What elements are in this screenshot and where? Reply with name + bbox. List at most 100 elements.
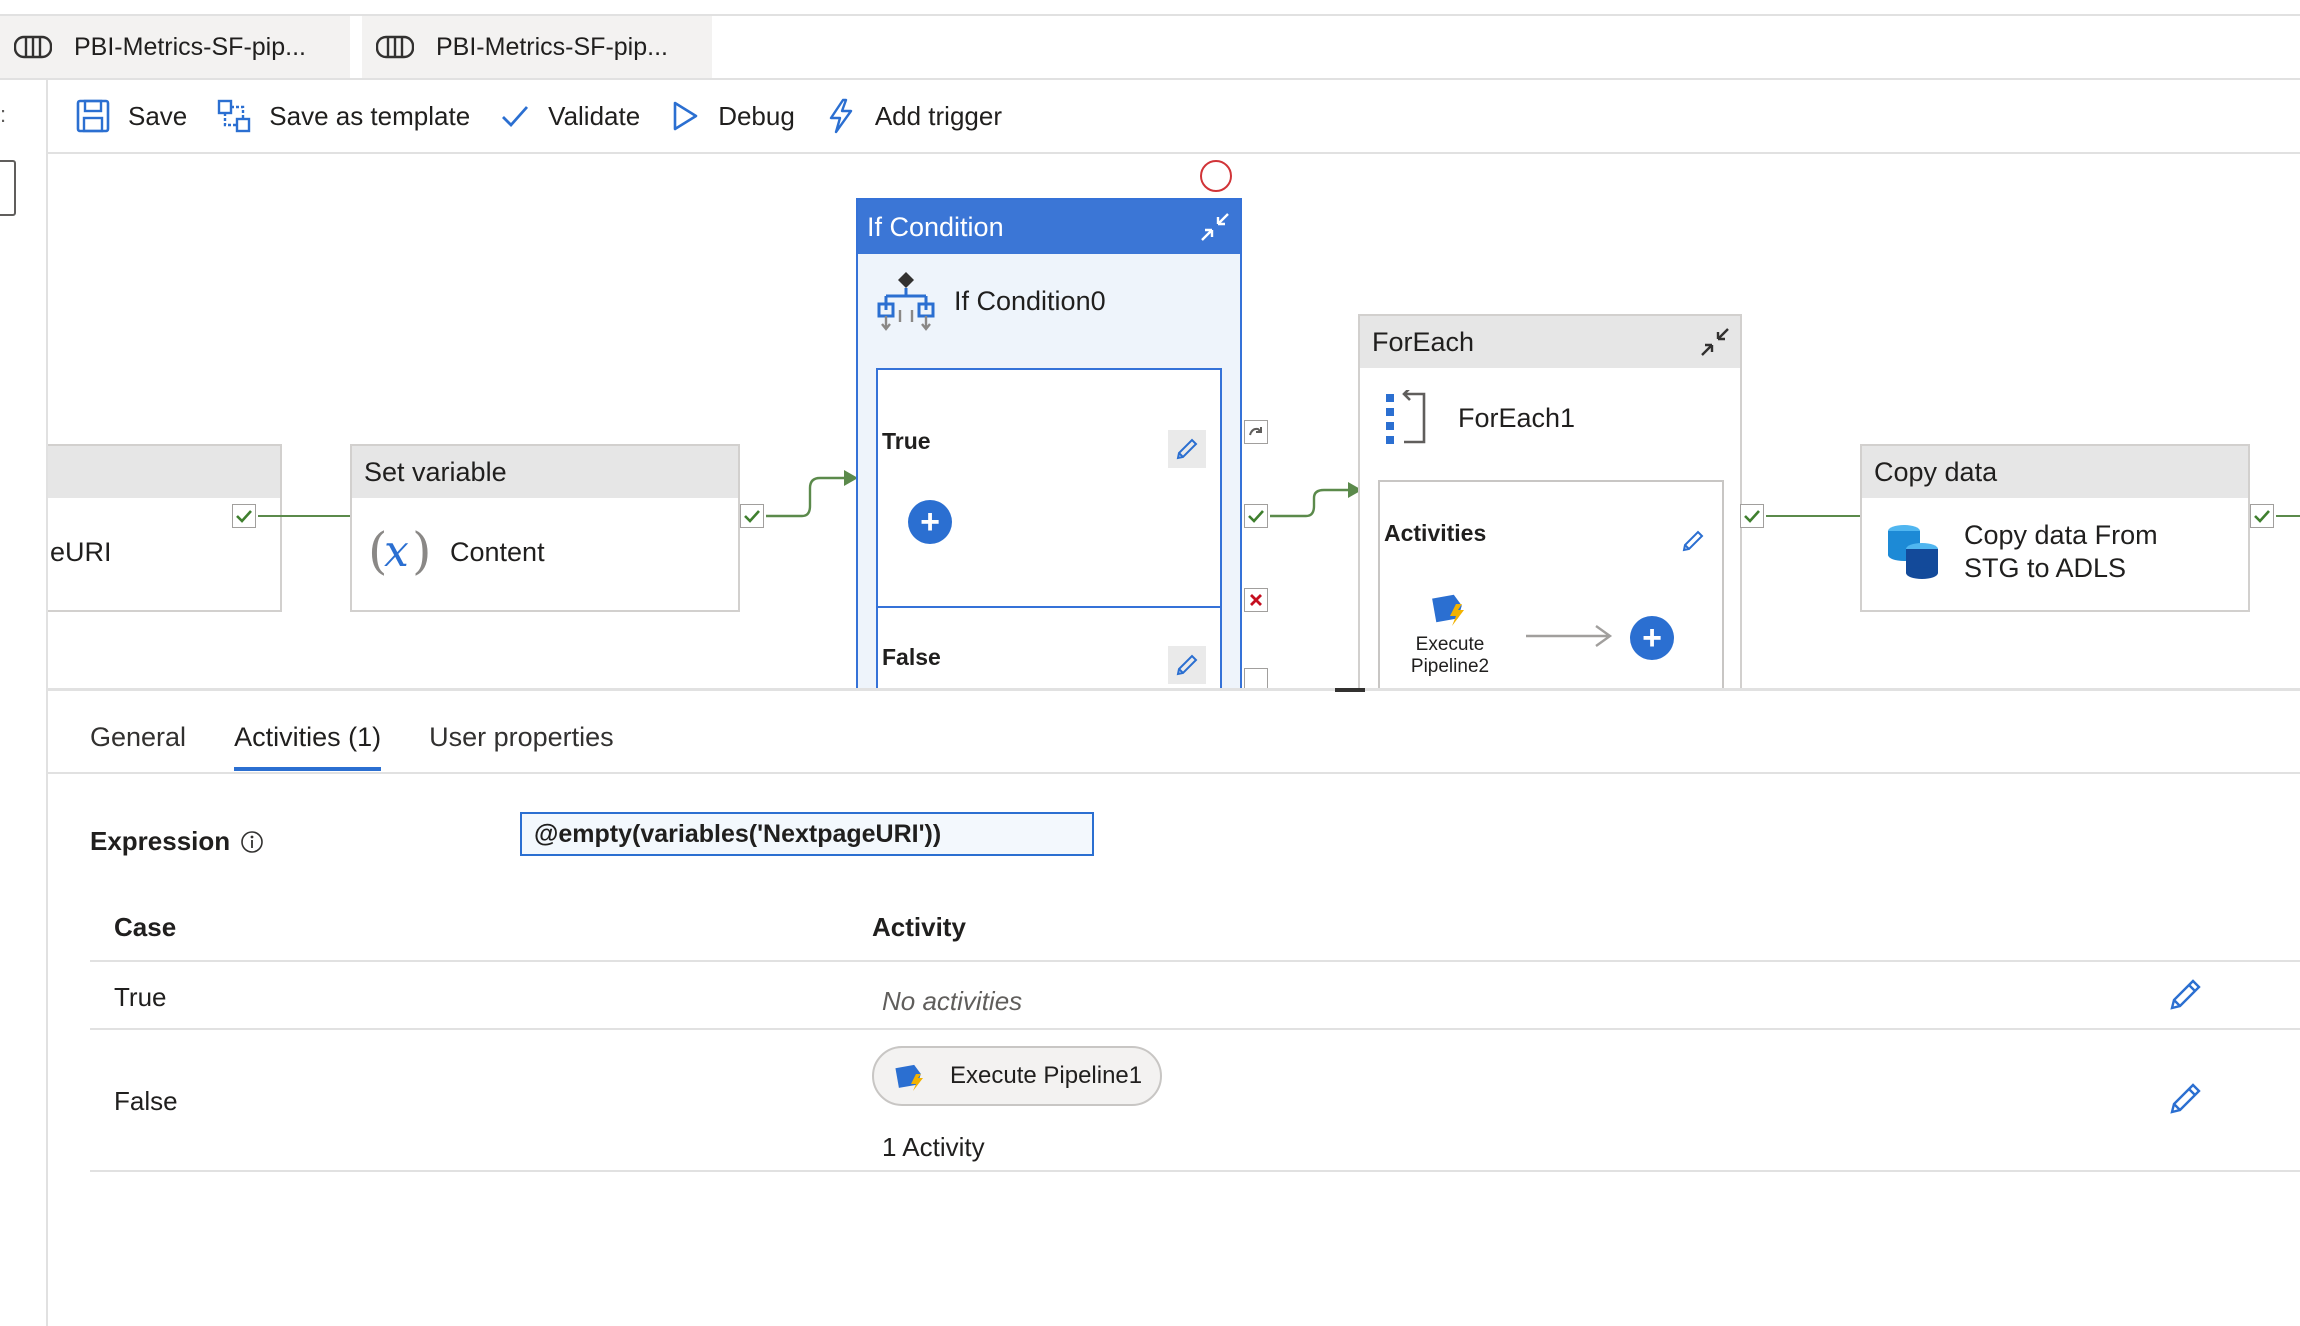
execute-pipeline1-label: Execute Pipeline1 — [950, 1062, 1143, 1089]
save-as-template-label: Save as template — [269, 100, 471, 131]
copy-data-name-line2: STG to ADLS — [1964, 553, 2127, 583]
success-connector-curve — [766, 470, 858, 518]
tab-label: PBI-Metrics-SF-pip... — [436, 32, 668, 61]
foreach-header-label: ForEach — [1372, 326, 1475, 357]
validate-button[interactable]: Validate — [500, 101, 640, 132]
false-branch-container[interactable]: False — [876, 606, 1222, 688]
if-condition-header: If Condition — [858, 200, 1240, 254]
false-branch-label: False — [882, 644, 941, 670]
panel-splitter[interactable] — [48, 688, 2300, 691]
table-row-divider — [90, 1028, 2300, 1030]
edit-false-case-button[interactable] — [2168, 1080, 2204, 1116]
foreach-header: ForEach — [1360, 316, 1740, 368]
success-checkbox[interactable] — [740, 504, 764, 528]
execute-pipeline1-pill[interactable]: Execute Pipeline1 — [872, 1046, 1162, 1106]
pipeline-icon — [14, 35, 52, 59]
if-condition-name: If Condition0 — [954, 285, 1106, 316]
if-condition-header-label: If Condition — [867, 211, 1004, 242]
copy-data-name-line1: Copy data From — [1964, 520, 2158, 550]
pipeline-icon — [376, 35, 414, 59]
info-icon[interactable] — [240, 830, 264, 854]
validate-label: Validate — [548, 100, 641, 131]
foreach-icon — [1384, 390, 1428, 446]
tab-label: PBI-Metrics-SF-pip... — [74, 32, 306, 61]
inner-activity-name-line2: Pipeline2 — [1410, 656, 1490, 677]
pencil-icon[interactable] — [1680, 528, 1706, 554]
success-checkbox[interactable] — [2250, 504, 2274, 528]
completion-port-icon[interactable] — [1244, 420, 1268, 444]
skip-port-icon[interactable] — [1244, 668, 1268, 688]
set-variable-activity[interactable]: Set variable (x) Content — [350, 444, 740, 612]
case-false-label: False — [114, 1086, 178, 1116]
foreach-activities-label: Activities — [1384, 520, 1487, 546]
template-icon — [217, 99, 251, 133]
save-label: Save — [128, 100, 188, 131]
execute-pipeline-icon — [1400, 588, 1500, 634]
set-variable-name: Content — [450, 536, 545, 567]
edit-false-branch-button[interactable] — [1168, 646, 1206, 684]
column-header-case: Case — [114, 912, 177, 942]
copy-data-activity[interactable]: Copy data Copy data From STG to ADLS — [1860, 444, 2250, 612]
add-activity-button[interactable]: + — [908, 500, 952, 544]
rail-more-icon[interactable]: : — [0, 102, 6, 128]
no-activities-text: No activities — [882, 986, 1023, 1016]
foreach-activities-container[interactable]: Activities Execute Pipeline2 + — [1378, 480, 1724, 688]
add-activity-button[interactable]: + — [1630, 616, 1674, 660]
pencil-icon — [1176, 654, 1198, 676]
execute-pipeline2-activity[interactable]: Execute Pipeline2 — [1400, 588, 1500, 678]
tab-activities[interactable]: Activities (1) — [234, 722, 382, 771]
activity-partial[interactable]: eURI — [48, 444, 282, 612]
copy-data-header: Copy data — [1862, 446, 2248, 498]
case-true-label: True — [114, 982, 167, 1012]
properties-tabs: General Activities (1) User properties — [90, 722, 662, 771]
play-icon — [670, 100, 700, 132]
if-condition-icon — [876, 270, 936, 332]
trigger-icon — [825, 98, 857, 134]
save-button[interactable]: Save — [76, 99, 187, 133]
rail-collapsed-panel[interactable] — [0, 160, 16, 216]
checkmark-icon — [500, 101, 530, 131]
add-trigger-button[interactable]: Add trigger — [825, 98, 1002, 134]
success-connector — [1766, 515, 1872, 517]
pencil-icon — [2170, 979, 2201, 1010]
collapse-icon[interactable] — [1698, 325, 1732, 359]
activity-header — [48, 446, 280, 498]
debug-button[interactable]: Debug — [670, 100, 795, 132]
pipeline-canvas[interactable]: eURI Set variable (x) Content If Conditi… — [48, 154, 2300, 688]
success-checkbox[interactable] — [1244, 504, 1268, 528]
copy-data-icon — [1886, 523, 1940, 581]
collapse-icon[interactable] — [1198, 210, 1232, 244]
pencil-icon — [2170, 1083, 2201, 1114]
tab-general[interactable]: General — [90, 722, 186, 771]
edit-true-case-button[interactable] — [2168, 976, 2204, 1012]
tab-user-properties[interactable]: User properties — [429, 722, 614, 771]
set-variable-header: Set variable — [352, 446, 738, 498]
pipeline-tab-1[interactable]: PBI-Metrics-SF-pip... — [0, 16, 350, 78]
column-header-activity: Activity — [872, 912, 966, 942]
error-indicator-icon[interactable] — [1200, 160, 1232, 192]
success-checkbox[interactable] — [232, 504, 256, 528]
inner-activity-name-line1: Execute — [1415, 634, 1485, 655]
expression-label: Expression — [90, 826, 231, 856]
success-checkbox[interactable] — [1740, 504, 1764, 528]
variable-icon: (x) — [368, 524, 430, 580]
foreach-activity[interactable]: ForEach ForEach1 Activities Execute Pipe… — [1358, 314, 1742, 688]
pencil-icon — [1176, 438, 1198, 460]
save-as-template-button[interactable]: Save as template — [217, 99, 470, 133]
true-branch-container[interactable]: True + — [876, 368, 1222, 608]
table-row-divider — [90, 1170, 2300, 1172]
failure-port-icon[interactable] — [1244, 588, 1268, 612]
success-connector-curve — [1270, 482, 1362, 518]
table-divider — [90, 960, 2300, 962]
svg-text:x: x — [384, 526, 409, 577]
save-icon — [76, 99, 110, 133]
pipeline-tab-2[interactable]: PBI-Metrics-SF-pip... — [362, 16, 712, 78]
edit-true-branch-button[interactable] — [1168, 430, 1206, 468]
foreach-name: ForEach1 — [1458, 402, 1576, 433]
copy-data-name: Copy data From STG to ADLS — [1964, 519, 2158, 585]
expression-input[interactable]: @empty(variables('NextpageURI')) — [520, 812, 1094, 856]
true-branch-label: True — [882, 428, 931, 454]
window-top-edge — [0, 0, 2300, 16]
if-condition-activity[interactable]: If Condition If Condition0 True + False — [856, 198, 1242, 688]
splitter-handle[interactable] — [1335, 688, 1365, 692]
